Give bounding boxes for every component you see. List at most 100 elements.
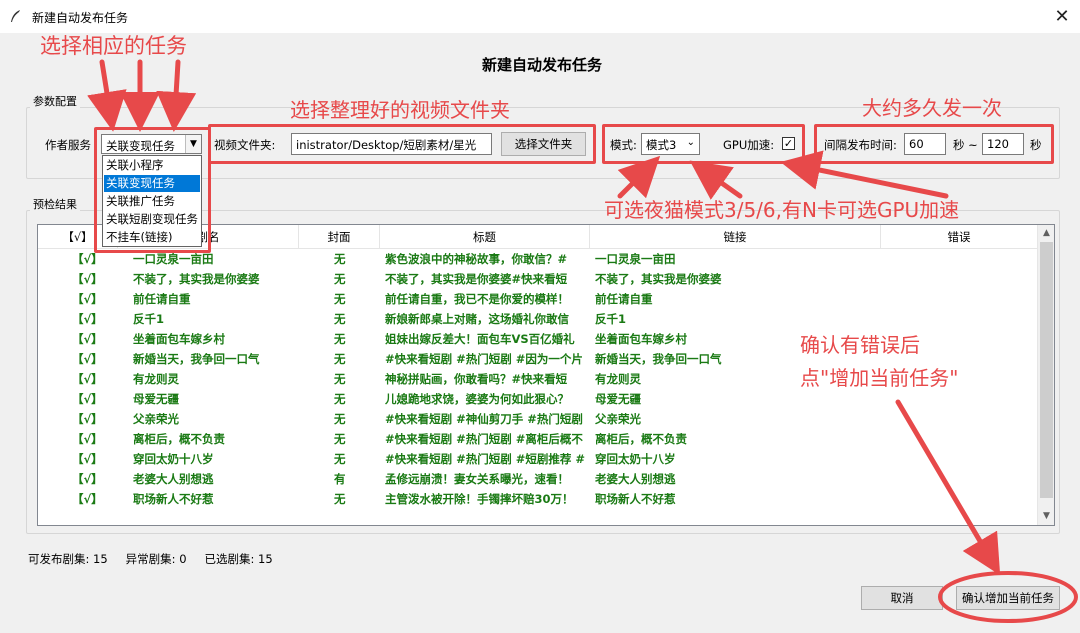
cell-link: 穿回太奶十八岁 [595, 452, 676, 466]
cell-link: 离柜后，概不负责 [595, 432, 687, 446]
cell-name: 职场新人不好惹 [133, 492, 214, 506]
cell-cover: 无 [334, 432, 346, 446]
cell-check: 【√】 [72, 372, 103, 386]
annotation-interval: 大约多久发一次 [862, 96, 1002, 120]
table-row[interactable]: 【√】 穿回太奶十八岁 无 #快来看短剧 #热门短剧 #短剧推荐 # 穿回太奶十八岁 [38, 449, 1038, 469]
cell-error [888, 389, 1038, 409]
cell-cover: 无 [334, 252, 346, 266]
cell-cover: 无 [334, 272, 346, 286]
cell-cover: 无 [334, 452, 346, 466]
cell-check: 【√】 [72, 392, 103, 406]
table-row[interactable]: 【√】 母爱无疆 无 儿媳跪地求饶，婆婆为何如此狠心？ 母爱无疆 [38, 389, 1038, 409]
cell-cover: 无 [334, 352, 346, 366]
cell-error [888, 309, 1038, 329]
annotation-confirm-line2: 点"增加当前任务" [800, 366, 959, 390]
cell-name: 前任请自重 [133, 292, 191, 306]
cell-check: 【√】 [72, 332, 103, 346]
cell-cover: 有 [334, 472, 346, 486]
cell-name: 有龙则灵 [133, 372, 179, 386]
cell-cover: 无 [334, 332, 346, 346]
column-header-link[interactable]: 链接 [590, 225, 881, 249]
cell-cover: 无 [334, 392, 346, 406]
author-highlight-box [94, 127, 211, 253]
annotation-choose-task: 选择相应的任务 [40, 34, 187, 58]
cell-cover: 无 [334, 312, 346, 326]
cell-name: 老婆大人别想逃 [133, 472, 214, 486]
cell-error [888, 269, 1038, 289]
cell-link: 职场新人不好惹 [595, 492, 676, 506]
cell-link: 反千1 [595, 312, 627, 326]
selected-count: 已选剧集: 15 [204, 552, 273, 566]
cell-check: 【√】 [72, 452, 103, 466]
folder-highlight-box [208, 124, 596, 164]
cell-link: 母爱无疆 [595, 392, 641, 406]
cell-name: 离柜后，概不负责 [133, 432, 225, 446]
table-row[interactable]: 【√】 父亲荣光无 #快来看短剧 #神仙剪刀手 #热门短剧 父亲荣光 [38, 409, 1038, 429]
cell-cover: 无 [334, 292, 346, 306]
confirm-add-task-button[interactable]: 确认增加当前任务 [956, 586, 1060, 610]
cell-check: 【√】 [72, 492, 103, 506]
cell-cover: 无 [334, 412, 346, 426]
cell-title: 新娘新郎桌上对赌，这场婚礼你敢信 [385, 312, 569, 326]
annotation-choose-folder: 选择整理好的视频文件夹 [290, 98, 510, 122]
cell-name: 穿回太奶十八岁 [133, 452, 214, 466]
cell-title: 主管泼水被开除！手镯摔坏赔30万！ [385, 492, 574, 506]
table-row[interactable]: 【√】 职场新人不好惹 无 主管泼水被开除！手镯摔坏赔30万！ 职场新人不好惹 [38, 489, 1038, 509]
close-button[interactable]: ✕ [1044, 0, 1080, 33]
cell-title: 姐妹出嫁反差大！面包车VS百亿婚礼 [385, 332, 575, 346]
cell-title: #快来看短剧 #热门短剧 #因为一个片 [385, 352, 583, 366]
cell-link: 一口灵泉一亩田 [595, 252, 676, 266]
table-row[interactable]: 【√】 老婆大人别想逃 有 孟修远崩溃！妻女关系曝光，速看！ 老婆大人别想逃 [38, 469, 1038, 489]
cell-error [888, 289, 1038, 309]
cell-name: 反千1 [133, 312, 165, 326]
cell-title: #快来看短剧 #神仙剪刀手 #热门短剧 [385, 412, 583, 426]
cell-check: 【√】 [72, 272, 103, 286]
cell-check: 【√】 [72, 352, 103, 366]
cell-link: 前任请自重 [595, 292, 653, 306]
cell-title: 神秘拼贴画，你敢看吗？#快来看短 [385, 372, 568, 386]
cell-title: 不装了，其实我是你婆婆#快来看短 [385, 272, 568, 286]
cell-title: 前任请自重，我已不是你爱的模样！ [385, 292, 569, 306]
cell-cover: 无 [334, 372, 346, 386]
cell-title: 孟修远崩溃！妻女关系曝光，速看！ [385, 472, 569, 486]
abnormal-count: 异常剧集: 0 [125, 552, 187, 566]
scroll-down-arrow-icon[interactable]: ▼ [1038, 508, 1054, 525]
cell-error [888, 409, 1038, 429]
annotation-confirm-line1: 确认有错误后 [800, 333, 920, 357]
cell-check: 【√】 [72, 472, 103, 486]
cell-error [888, 249, 1038, 269]
table-row[interactable]: 【√】 反千1 无 新娘新郎桌上对赌，这场婚礼你敢信 反千1 [38, 309, 1038, 329]
annotation-mode: 可选夜猫模式3/5/6,有N卡可选GPU加速 [604, 198, 960, 222]
interval-highlight-box [814, 124, 1054, 164]
cell-error [888, 429, 1038, 449]
vertical-scrollbar[interactable]: ▲ ▼ [1037, 225, 1054, 525]
cell-check: 【√】 [72, 312, 103, 326]
cell-check: 【√】 [72, 412, 103, 426]
table-row[interactable]: 【√】 离柜后，概不负责无 #快来看短剧 #热门短剧 #离柜后概不 离柜后，概不负责 [38, 429, 1038, 449]
cell-name: 坐着面包车嫁乡村 [133, 332, 225, 346]
cell-title: #快来看短剧 #热门短剧 #离柜后概不 [385, 432, 583, 446]
author-service-label: 作者服务 [45, 138, 91, 152]
cell-check: 【√】 [72, 432, 103, 446]
window-title: 新建自动发布任务 [32, 11, 129, 25]
precheck-group-label: 预检结果 [30, 196, 80, 212]
cell-link: 父亲荣光 [595, 412, 641, 426]
cell-name: 不装了，其实我是你婆婆 [133, 272, 260, 286]
cell-name: 父亲荣光 [133, 412, 179, 426]
scroll-up-arrow-icon[interactable]: ▲ [1038, 225, 1054, 242]
cell-link: 老婆大人别想逃 [595, 472, 676, 486]
table-row[interactable]: 【√】 前任请自重 无 前任请自重，我已不是你爱的模样！ 前任请自重 [38, 289, 1038, 309]
publishable-count: 可发布剧集: 15 [28, 552, 108, 566]
cell-check: 【√】 [72, 292, 103, 306]
cell-title: 儿媳跪地求饶，婆婆为何如此狠心？ [385, 392, 569, 406]
column-header-error[interactable]: 错误 [881, 225, 1038, 249]
scrollbar-thumb[interactable] [1040, 242, 1053, 498]
column-header-cover[interactable]: 封面 [299, 225, 380, 249]
cell-name: 新婚当天，我争回一口气 [133, 352, 260, 366]
table-row[interactable]: 【√】 不装了，其实我是你婆婆 无 不装了，其实我是你婆婆#快来看短 不装了，其实我是你… [38, 269, 1038, 289]
column-header-title[interactable]: 标题 [380, 225, 590, 249]
cell-error [888, 449, 1038, 469]
cell-link: 不装了，其实我是你婆婆 [595, 272, 722, 286]
params-group-label: 参数配置 [30, 93, 80, 109]
cancel-button[interactable]: 取消 [861, 586, 943, 610]
